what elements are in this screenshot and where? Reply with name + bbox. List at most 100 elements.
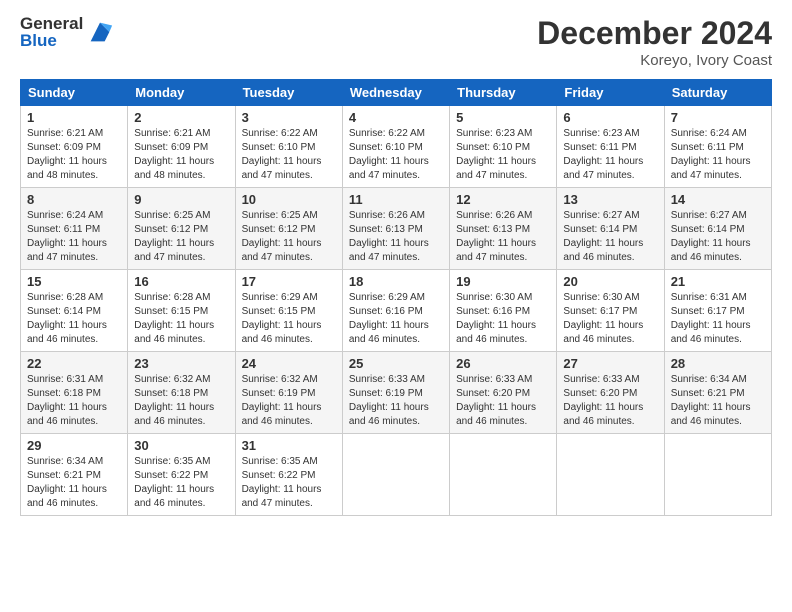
- header-sunday: Sunday: [21, 80, 128, 106]
- day-number: 5: [456, 110, 550, 125]
- day-info: Sunrise: 6:23 AMSunset: 6:10 PMDaylight:…: [456, 128, 536, 181]
- table-row: [664, 434, 771, 516]
- day-info: Sunrise: 6:33 AMSunset: 6:20 PMDaylight:…: [456, 374, 536, 427]
- day-number: 8: [27, 192, 121, 207]
- day-info: Sunrise: 6:27 AMSunset: 6:14 PMDaylight:…: [671, 210, 751, 263]
- table-row: 26 Sunrise: 6:33 AMSunset: 6:20 PMDaylig…: [450, 352, 557, 434]
- day-number: 25: [349, 356, 443, 371]
- day-info: Sunrise: 6:25 AMSunset: 6:12 PMDaylight:…: [134, 210, 214, 263]
- day-number: 2: [134, 110, 228, 125]
- day-info: Sunrise: 6:28 AMSunset: 6:15 PMDaylight:…: [134, 292, 214, 345]
- day-number: 29: [27, 438, 121, 453]
- day-number: 20: [563, 274, 657, 289]
- day-number: 10: [242, 192, 336, 207]
- day-info: Sunrise: 6:31 AMSunset: 6:17 PMDaylight:…: [671, 292, 751, 345]
- table-row: 10 Sunrise: 6:25 AMSunset: 6:12 PMDaylig…: [235, 188, 342, 270]
- day-number: 30: [134, 438, 228, 453]
- calendar-week-3: 15 Sunrise: 6:28 AMSunset: 6:14 PMDaylig…: [21, 270, 772, 352]
- day-info: Sunrise: 6:24 AMSunset: 6:11 PMDaylight:…: [27, 210, 107, 263]
- table-row: 27 Sunrise: 6:33 AMSunset: 6:20 PMDaylig…: [557, 352, 664, 434]
- day-number: 23: [134, 356, 228, 371]
- calendar-week-1: 1 Sunrise: 6:21 AMSunset: 6:09 PMDayligh…: [21, 106, 772, 188]
- day-number: 28: [671, 356, 765, 371]
- table-row: 22 Sunrise: 6:31 AMSunset: 6:18 PMDaylig…: [21, 352, 128, 434]
- header-saturday: Saturday: [664, 80, 771, 106]
- logo-text: General Blue: [20, 15, 83, 49]
- day-number: 16: [134, 274, 228, 289]
- table-row: 19 Sunrise: 6:30 AMSunset: 6:16 PMDaylig…: [450, 270, 557, 352]
- day-number: 26: [456, 356, 550, 371]
- table-row: 11 Sunrise: 6:26 AMSunset: 6:13 PMDaylig…: [342, 188, 449, 270]
- day-info: Sunrise: 6:23 AMSunset: 6:11 PMDaylight:…: [563, 128, 643, 181]
- table-row: 9 Sunrise: 6:25 AMSunset: 6:12 PMDayligh…: [128, 188, 235, 270]
- day-info: Sunrise: 6:25 AMSunset: 6:12 PMDaylight:…: [242, 210, 322, 263]
- day-info: Sunrise: 6:34 AMSunset: 6:21 PMDaylight:…: [27, 456, 107, 509]
- day-info: Sunrise: 6:29 AMSunset: 6:15 PMDaylight:…: [242, 292, 322, 345]
- day-info: Sunrise: 6:27 AMSunset: 6:14 PMDaylight:…: [563, 210, 643, 263]
- table-row: 4 Sunrise: 6:22 AMSunset: 6:10 PMDayligh…: [342, 106, 449, 188]
- table-row: 29 Sunrise: 6:34 AMSunset: 6:21 PMDaylig…: [21, 434, 128, 516]
- table-row: 30 Sunrise: 6:35 AMSunset: 6:22 PMDaylig…: [128, 434, 235, 516]
- header-friday: Friday: [557, 80, 664, 106]
- day-number: 21: [671, 274, 765, 289]
- table-row: 25 Sunrise: 6:33 AMSunset: 6:19 PMDaylig…: [342, 352, 449, 434]
- location: Koreyo, Ivory Coast: [537, 52, 772, 69]
- day-number: 4: [349, 110, 443, 125]
- table-row: 18 Sunrise: 6:29 AMSunset: 6:16 PMDaylig…: [342, 270, 449, 352]
- day-number: 9: [134, 192, 228, 207]
- header: General Blue December 2024 Koreyo, Ivory…: [20, 15, 772, 69]
- day-number: 7: [671, 110, 765, 125]
- day-info: Sunrise: 6:33 AMSunset: 6:20 PMDaylight:…: [563, 374, 643, 427]
- day-number: 19: [456, 274, 550, 289]
- day-info: Sunrise: 6:21 AMSunset: 6:09 PMDaylight:…: [27, 128, 107, 181]
- day-info: Sunrise: 6:33 AMSunset: 6:19 PMDaylight:…: [349, 374, 429, 427]
- day-number: 13: [563, 192, 657, 207]
- day-info: Sunrise: 6:32 AMSunset: 6:19 PMDaylight:…: [242, 374, 322, 427]
- header-wednesday: Wednesday: [342, 80, 449, 106]
- day-info: Sunrise: 6:29 AMSunset: 6:16 PMDaylight:…: [349, 292, 429, 345]
- day-info: Sunrise: 6:22 AMSunset: 6:10 PMDaylight:…: [349, 128, 429, 181]
- header-monday: Monday: [128, 80, 235, 106]
- day-number: 11: [349, 192, 443, 207]
- table-row: 31 Sunrise: 6:35 AMSunset: 6:22 PMDaylig…: [235, 434, 342, 516]
- month-title: December 2024: [537, 15, 772, 52]
- table-row: 24 Sunrise: 6:32 AMSunset: 6:19 PMDaylig…: [235, 352, 342, 434]
- day-number: 15: [27, 274, 121, 289]
- day-info: Sunrise: 6:28 AMSunset: 6:14 PMDaylight:…: [27, 292, 107, 345]
- logo: General Blue: [20, 15, 114, 49]
- table-row: 28 Sunrise: 6:34 AMSunset: 6:21 PMDaylig…: [664, 352, 771, 434]
- day-number: 17: [242, 274, 336, 289]
- table-row: 15 Sunrise: 6:28 AMSunset: 6:14 PMDaylig…: [21, 270, 128, 352]
- table-row: [557, 434, 664, 516]
- day-number: 14: [671, 192, 765, 207]
- calendar-table: Sunday Monday Tuesday Wednesday Thursday…: [20, 79, 772, 516]
- day-info: Sunrise: 6:22 AMSunset: 6:10 PMDaylight:…: [242, 128, 322, 181]
- calendar-week-5: 29 Sunrise: 6:34 AMSunset: 6:21 PMDaylig…: [21, 434, 772, 516]
- table-row: 3 Sunrise: 6:22 AMSunset: 6:10 PMDayligh…: [235, 106, 342, 188]
- table-row: 23 Sunrise: 6:32 AMSunset: 6:18 PMDaylig…: [128, 352, 235, 434]
- calendar-week-4: 22 Sunrise: 6:31 AMSunset: 6:18 PMDaylig…: [21, 352, 772, 434]
- day-number: 27: [563, 356, 657, 371]
- calendar-week-2: 8 Sunrise: 6:24 AMSunset: 6:11 PMDayligh…: [21, 188, 772, 270]
- header-tuesday: Tuesday: [235, 80, 342, 106]
- day-info: Sunrise: 6:24 AMSunset: 6:11 PMDaylight:…: [671, 128, 751, 181]
- table-row: 14 Sunrise: 6:27 AMSunset: 6:14 PMDaylig…: [664, 188, 771, 270]
- day-number: 31: [242, 438, 336, 453]
- logo-general: General: [20, 15, 83, 32]
- day-info: Sunrise: 6:21 AMSunset: 6:09 PMDaylight:…: [134, 128, 214, 181]
- table-row: 21 Sunrise: 6:31 AMSunset: 6:17 PMDaylig…: [664, 270, 771, 352]
- day-number: 22: [27, 356, 121, 371]
- day-info: Sunrise: 6:26 AMSunset: 6:13 PMDaylight:…: [349, 210, 429, 263]
- table-row: 12 Sunrise: 6:26 AMSunset: 6:13 PMDaylig…: [450, 188, 557, 270]
- logo-blue: Blue: [20, 32, 83, 49]
- table-row: 1 Sunrise: 6:21 AMSunset: 6:09 PMDayligh…: [21, 106, 128, 188]
- day-info: Sunrise: 6:30 AMSunset: 6:17 PMDaylight:…: [563, 292, 643, 345]
- day-info: Sunrise: 6:30 AMSunset: 6:16 PMDaylight:…: [456, 292, 536, 345]
- day-info: Sunrise: 6:26 AMSunset: 6:13 PMDaylight:…: [456, 210, 536, 263]
- day-number: 6: [563, 110, 657, 125]
- table-row: 20 Sunrise: 6:30 AMSunset: 6:17 PMDaylig…: [557, 270, 664, 352]
- day-info: Sunrise: 6:32 AMSunset: 6:18 PMDaylight:…: [134, 374, 214, 427]
- table-row: 8 Sunrise: 6:24 AMSunset: 6:11 PMDayligh…: [21, 188, 128, 270]
- table-row: 6 Sunrise: 6:23 AMSunset: 6:11 PMDayligh…: [557, 106, 664, 188]
- day-number: 12: [456, 192, 550, 207]
